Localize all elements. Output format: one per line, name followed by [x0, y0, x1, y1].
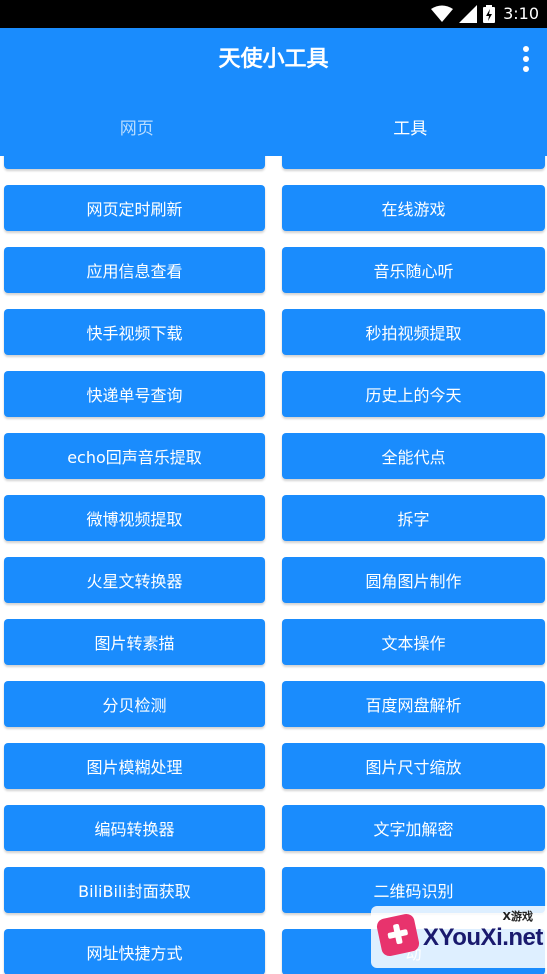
- tool-button[interactable]: 百度网盘解析: [282, 681, 545, 727]
- app-title: 天使小工具: [218, 47, 329, 72]
- tool-button[interactable]: 编码转换器: [4, 805, 265, 851]
- status-bar: 3:10: [0, 0, 547, 28]
- tools-list[interactable]: 网页定时刷新 在线游戏 应用信息查看 音乐随心听 快手视频下载 秒拍视频提取 快递单号查询历…: [0, 156, 547, 974]
- tab-web[interactable]: 网页: [0, 102, 274, 156]
- tool-button[interactable]: 在线游戏: [282, 185, 545, 231]
- tool-button[interactable]: echo回声音乐提取: [4, 433, 265, 479]
- tool-button[interactable]: [282, 156, 545, 169]
- tool-button[interactable]: 全能代点: [282, 433, 545, 479]
- cellular-signal-icon: [459, 5, 478, 23]
- wifi-icon: [431, 5, 454, 22]
- watermark-brand-text: XYouXi.net: [423, 924, 543, 951]
- tab-tools[interactable]: 工具: [274, 102, 547, 156]
- battery-icon: [483, 5, 496, 23]
- tool-button[interactable]: 圆角图片制作: [282, 557, 545, 603]
- tools-grid: 网页定时刷新 在线游戏 应用信息查看 音乐随心听 快手视频下载 秒拍视频提取 快递单号查询历…: [4, 156, 545, 974]
- tool-button[interactable]: 快手视频下载: [4, 309, 265, 355]
- tool-button[interactable]: [4, 156, 265, 169]
- status-icons: 3:10: [431, 4, 539, 24]
- tool-button[interactable]: 图片转素描: [4, 619, 265, 665]
- tool-button[interactable]: 音乐随心听: [282, 247, 545, 293]
- watermark: X游戏 XYouXi.net: [371, 906, 547, 968]
- tool-button[interactable]: 文字加解密: [282, 805, 545, 851]
- tool-button[interactable]: 文本操作: [282, 619, 545, 665]
- tool-button[interactable]: 应用信息查看: [4, 247, 265, 293]
- tool-button[interactable]: 快递单号查询: [4, 371, 265, 417]
- tool-button[interactable]: 火星文转换器: [4, 557, 265, 603]
- clock: 3:10: [503, 4, 539, 23]
- overflow-menu-icon[interactable]: [521, 46, 531, 76]
- tool-button[interactable]: 历史上的今天: [282, 371, 545, 417]
- tool-button[interactable]: 网址快捷方式: [4, 929, 265, 974]
- tool-button[interactable]: 图片尺寸缩放: [282, 743, 545, 789]
- tool-button[interactable]: 分贝检测: [4, 681, 265, 727]
- tab-bar: 网页 工具: [0, 102, 547, 156]
- app-bar: 天使小工具 网页 工具: [0, 28, 547, 156]
- gamepad-logo-icon: [375, 912, 421, 958]
- tool-button[interactable]: 拆字: [282, 495, 545, 541]
- tool-button[interactable]: 秒拍视频提取: [282, 309, 545, 355]
- tool-button[interactable]: 微博视频提取: [4, 495, 265, 541]
- tool-button[interactable]: BiliBili封面获取: [4, 867, 265, 913]
- tool-button[interactable]: 图片模糊处理: [4, 743, 265, 789]
- watermark-small-text: X游戏: [502, 910, 533, 923]
- tool-button[interactable]: 网页定时刷新: [4, 185, 265, 231]
